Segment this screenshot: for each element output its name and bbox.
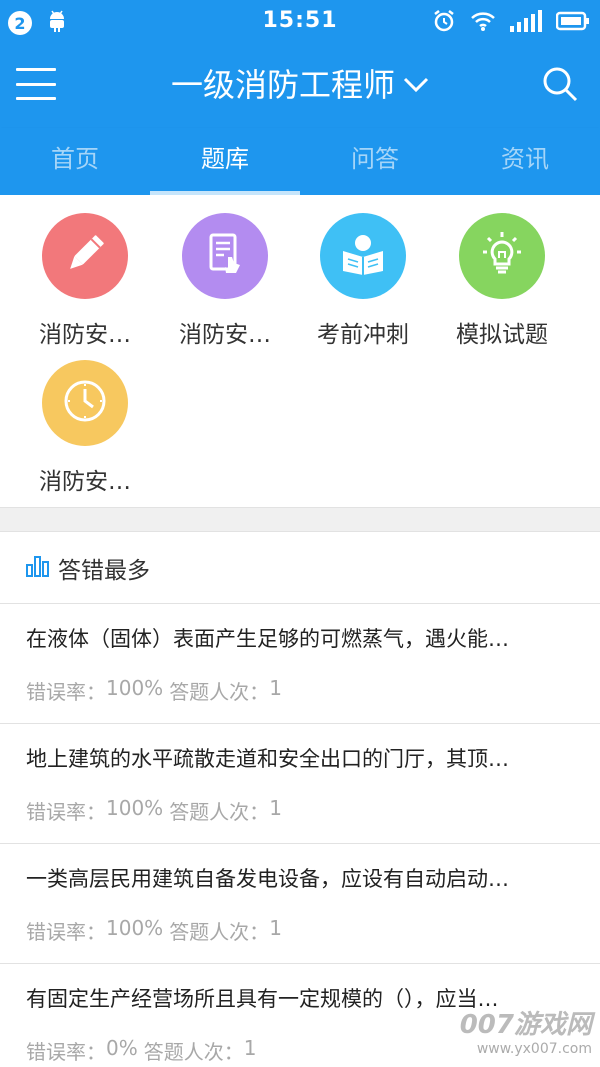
search-icon [540, 67, 580, 108]
app-bar: 一级消防工程师 [0, 44, 600, 128]
watermark: 007游戏网 www.yx007.com [460, 1004, 592, 1057]
tab-news[interactable]: 资讯 [450, 128, 600, 195]
exam-selector[interactable]: 一级消防工程师 [171, 60, 429, 106]
answer-count-value: 1 [243, 1036, 257, 1060]
category-label: 模拟试题 [456, 322, 548, 348]
question-text: 在液体（固体）表面产生足够的可燃蒸气，遇火能… [26, 627, 509, 651]
category-icon-circle [42, 360, 128, 446]
section-divider [0, 507, 600, 532]
tab-question-bank[interactable]: 题库 [150, 128, 300, 195]
error-rate-value: 0% [106, 1036, 138, 1060]
chevron-down-icon [403, 64, 429, 102]
error-rate-label: 错误率： [26, 920, 106, 944]
answer-count-label: 答题人次： [169, 680, 270, 704]
document-tap-icon [200, 229, 250, 283]
category-icon-circle [459, 213, 545, 299]
category-icon-circle [320, 213, 406, 299]
tab-qa[interactable]: 问答 [300, 128, 450, 195]
wifi-icon [470, 10, 496, 36]
answer-count-label: 答题人次： [143, 1040, 244, 1064]
list-item[interactable]: 地上建筑的水平疏散走道和安全出口的门厅，其顶… 错误率： 100% 答题人次： 1 [0, 724, 600, 844]
answer-count-value: 1 [269, 916, 282, 940]
error-rate-label: 错误率： [26, 800, 106, 824]
question-meta: 错误率： 100% 答题人次： 1 [26, 676, 574, 705]
question-list: 在液体（固体）表面产生足够的可燃蒸气，遇火能… 错误率： 100% 答题人次： 1 … [0, 604, 600, 1067]
answer-count-value: 1 [269, 676, 282, 700]
error-rate-value: 100% [106, 916, 164, 940]
clock-icon [60, 376, 110, 430]
battery-icon [555, 11, 590, 35]
category-label: 消防安… [179, 322, 271, 348]
list-item[interactable]: 一类高层民用建筑自备发电设备，应设有自动启动… 错误率： 100% 答题人次： 1 [0, 844, 600, 964]
category-icon-circle [42, 213, 128, 299]
error-rate-label: 错误率： [26, 1040, 106, 1064]
lightbulb-icon [476, 228, 528, 284]
category-item[interactable]: 消防安… [15, 360, 155, 496]
category-icon-circle [182, 213, 268, 299]
tab-bar: 首页 题库 问答 资讯 [0, 128, 600, 195]
section-title: 答错最多 [58, 557, 150, 584]
list-item[interactable]: 在液体（固体）表面产生足够的可燃蒸气，遇火能… 错误率： 100% 答题人次： 1 [0, 604, 600, 724]
error-rate-value: 100% [106, 796, 164, 820]
status-right [432, 9, 590, 37]
pencil-icon [60, 229, 110, 283]
error-rate-value: 100% [106, 676, 164, 700]
answer-count-label: 答题人次： [169, 920, 270, 944]
category-label: 考前冲刺 [317, 322, 409, 348]
search-button[interactable] [540, 64, 580, 104]
status-bar: 2 15:51 [0, 0, 600, 44]
watermark-brand: 007游戏网 [459, 1010, 592, 1040]
watermark-url: www.yx007.com [476, 1041, 592, 1057]
category-label: 消防安… [39, 322, 131, 348]
question-text: 地上建筑的水平疏散走道和安全出口的门厅，其顶… [26, 747, 509, 771]
title-wrap: 一级消防工程师 [0, 60, 600, 106]
category-item[interactable]: 考前冲刺 [293, 213, 433, 349]
open-book-icon [337, 229, 389, 283]
category-label: 消防安… [39, 469, 131, 495]
question-text: 一类高层民用建筑自备发电设备，应设有自动启动… [26, 867, 509, 891]
tab-home[interactable]: 首页 [0, 128, 150, 195]
page-title: 一级消防工程师 [170, 66, 395, 104]
bar-chart-icon [26, 555, 50, 581]
answer-count-value: 1 [269, 796, 282, 820]
category-item[interactable]: 消防安… [155, 213, 295, 349]
question-meta: 错误率： 100% 答题人次： 1 [26, 916, 574, 945]
section-header: 答错最多 [0, 532, 600, 604]
alarm-icon [432, 9, 456, 37]
signal-icon [510, 10, 542, 36]
category-item[interactable]: 模拟试题 [432, 213, 572, 349]
answer-count-label: 答题人次： [169, 800, 270, 824]
category-item[interactable]: 消防安… [15, 213, 155, 349]
category-grid: 消防安… 消防安… 考前冲刺 模拟试题 消防安… [0, 195, 600, 507]
error-rate-label: 错误率： [26, 680, 106, 704]
question-meta: 错误率： 100% 答题人次： 1 [26, 796, 574, 825]
